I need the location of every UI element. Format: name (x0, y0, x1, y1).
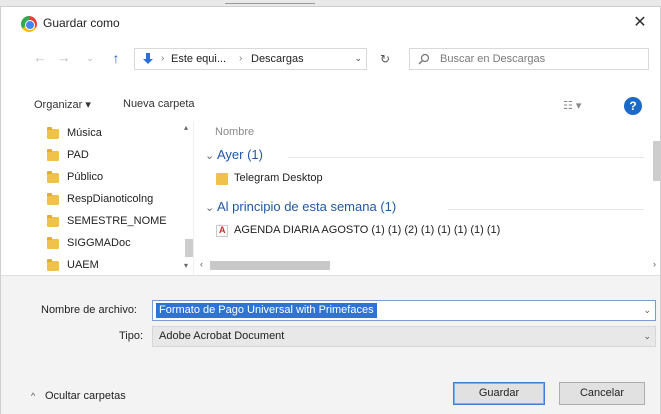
hide-folders-button[interactable]: ^ Ocultar carpetas (31, 390, 126, 402)
up-folder-button[interactable]: ↑ (107, 49, 125, 67)
sidebar-item-label: Público (67, 171, 104, 183)
sidebar-item-pad[interactable]: PAD (11, 145, 181, 167)
scroll-down-icon[interactable]: ▾ (184, 261, 188, 270)
window-title: Guardar como (43, 16, 120, 30)
file-row-agenda-diaria[interactable]: AGENDA DIARIA AGOSTO (1) (1) (2) (1) (1)… (216, 221, 636, 241)
title-bar: Guardar como ✕ (1, 7, 660, 39)
back-button[interactable]: ← (31, 49, 49, 67)
file-list: Nombre ⌄ Ayer (1) Telegram Desktop ⌄ Al pr… (196, 121, 661, 277)
scroll-left-icon[interactable]: ‹ (200, 259, 203, 269)
file-name: AGENDA DIARIA AGOSTO (1) (1) (2) (1) (1)… (234, 224, 501, 236)
folder-icon (47, 171, 59, 183)
folder-icon (47, 127, 59, 139)
sidebar-item-label: Música (67, 127, 102, 139)
folder-icon (47, 193, 59, 205)
close-button[interactable]: ✕ (628, 11, 652, 35)
scroll-thumb[interactable] (653, 141, 661, 181)
chevron-up-icon: ^ (31, 391, 36, 401)
downloads-icon (143, 53, 153, 64)
breadcrumb-descargas[interactable]: Descargas (251, 53, 304, 65)
group-label: Al principio de esta semana (1) (217, 199, 397, 214)
background-fragment (225, 0, 315, 4)
group-header-esta-semana[interactable]: ⌄ Al principio de esta semana (1) (205, 199, 396, 214)
change-view-button[interactable]: ☷ ▾ (563, 96, 603, 116)
scroll-thumb[interactable] (185, 239, 193, 257)
refresh-button[interactable]: ↻ (373, 48, 397, 70)
search-box[interactable] (409, 48, 649, 70)
scroll-right-icon[interactable]: › (653, 259, 656, 269)
filename-field[interactable]: Formato de Pago Universal with Primeface… (152, 300, 656, 321)
new-folder-button[interactable]: Nueva carpeta (123, 98, 195, 110)
folder-icon (47, 215, 59, 227)
sidebar-item-publico[interactable]: Público (11, 167, 181, 189)
file-list-horizontal-scrollbar[interactable]: ‹ › (196, 257, 661, 273)
recent-locations-button[interactable]: ⌄ (81, 49, 99, 67)
sidebar-item-label: PAD (67, 149, 89, 161)
breadcrumb-este-equipo[interactable]: Este equi... (171, 53, 226, 65)
navigation-pane: Música PAD Público RespDianoticolng SEME… (11, 121, 194, 277)
address-bar[interactable]: › Este equi... › Descargas ⌄ (134, 48, 367, 70)
group-label: Ayer (1) (217, 147, 263, 162)
sidebar-item-semestre[interactable]: SEMESTRE_NOME (11, 211, 181, 233)
address-dropdown-icon[interactable]: ⌄ (354, 53, 362, 64)
sidebar-item-siggmadoc[interactable]: SIGGMADoc (11, 233, 181, 255)
type-label: Tipo: (119, 330, 144, 342)
group-divider (288, 157, 644, 158)
sidebar-item-label: SEMESTRE_NOME (67, 215, 167, 227)
navigation-scrollbar[interactable]: ▴ ▾ (183, 121, 193, 277)
sidebar-item-musica[interactable]: Música (11, 123, 181, 145)
sidebar-item-label: RespDianoticolng (67, 193, 154, 205)
sidebar-item-respdianoticolng[interactable]: RespDianoticolng (11, 189, 181, 211)
sidebar-item-uaem[interactable]: UAEM (11, 255, 181, 277)
folder-icon (47, 237, 59, 249)
folder-icon (47, 259, 59, 271)
save-as-dialog: Guardar como ✕ ← → ⌄ ↑ › Este equi... › … (0, 6, 661, 414)
folder-icon (216, 173, 228, 185)
address-row: ← → ⌄ ↑ › Este equi... › Descargas ⌄ ↻ (1, 45, 660, 73)
column-header-nombre[interactable]: Nombre (215, 126, 254, 138)
folder-icon (47, 149, 59, 161)
chevron-down-icon[interactable]: ⌄ (643, 305, 651, 316)
file-type-value: Adobe Acrobat Document (159, 330, 285, 342)
file-type-select[interactable]: Adobe Acrobat Document ⌄ (152, 326, 656, 347)
hide-folders-label: Ocultar carpetas (45, 390, 126, 402)
file-list-vertical-scrollbar[interactable] (652, 121, 661, 253)
chevron-down-icon: ⌄ (205, 150, 215, 162)
search-icon (418, 53, 430, 65)
breadcrumb-separator: › (239, 53, 243, 64)
help-icon[interactable]: ? (624, 97, 642, 115)
filename-value[interactable]: Formato de Pago Universal with Primeface… (156, 303, 377, 318)
sidebar-item-label: SIGGMADoc (67, 237, 131, 249)
group-divider (448, 209, 644, 210)
sidebar-item-label: UAEM (67, 259, 99, 271)
group-header-ayer[interactable]: ⌄ Ayer (1) (205, 147, 263, 162)
scroll-up-icon[interactable]: ▴ (184, 123, 188, 132)
cancel-button[interactable]: Cancelar (559, 382, 645, 405)
filename-label: Nombre de archivo: (41, 304, 137, 316)
scroll-thumb[interactable] (210, 261, 330, 270)
save-button[interactable]: Guardar (453, 382, 545, 405)
breadcrumb-separator: › (161, 53, 165, 64)
chrome-icon (21, 16, 37, 32)
search-input[interactable] (440, 51, 640, 67)
save-form: Nombre de archivo: Formato de Pago Unive… (1, 275, 660, 414)
pdf-file-icon (216, 225, 228, 237)
file-name: Telegram Desktop (234, 172, 323, 184)
organize-button[interactable]: Organizar ▾ (34, 98, 91, 111)
chevron-down-icon: ⌄ (205, 202, 215, 214)
file-row-telegram-desktop[interactable]: Telegram Desktop (216, 169, 636, 189)
command-toolbar: Organizar ▾ Nueva carpeta ☷ ▾ ? (1, 93, 660, 121)
chevron-down-icon[interactable]: ⌄ (643, 331, 651, 342)
forward-button[interactable]: → (55, 49, 73, 67)
